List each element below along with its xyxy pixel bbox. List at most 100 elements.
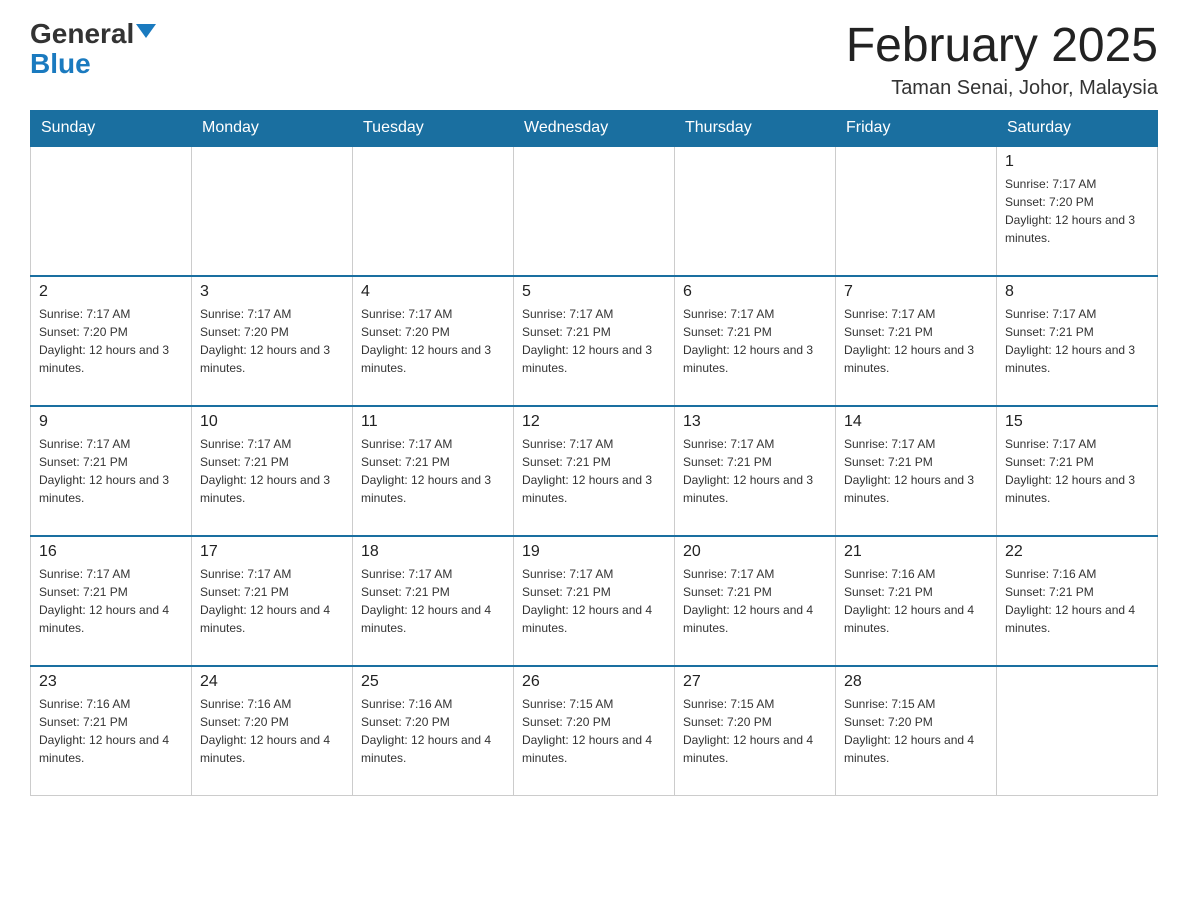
calendar-cell: [192, 146, 353, 276]
logo-triangle-icon: [136, 24, 156, 38]
calendar-cell: [31, 146, 192, 276]
day-info: Sunrise: 7:17 AM Sunset: 7:21 PM Dayligh…: [1005, 305, 1149, 377]
day-info: Sunrise: 7:17 AM Sunset: 7:21 PM Dayligh…: [522, 305, 666, 377]
day-number: 2: [39, 283, 183, 301]
day-info: Sunrise: 7:17 AM Sunset: 7:21 PM Dayligh…: [39, 435, 183, 507]
day-number: 15: [1005, 413, 1149, 431]
day-number: 4: [361, 283, 505, 301]
day-info: Sunrise: 7:17 AM Sunset: 7:21 PM Dayligh…: [683, 305, 827, 377]
logo: General Blue: [30, 20, 156, 78]
calendar-cell: 9 Sunrise: 7:17 AM Sunset: 7:21 PM Daylig…: [31, 406, 192, 536]
weekday-header-saturday: Saturday: [997, 110, 1158, 146]
day-number: 18: [361, 543, 505, 561]
day-number: 10: [200, 413, 344, 431]
day-info: Sunrise: 7:17 AM Sunset: 7:21 PM Dayligh…: [844, 305, 988, 377]
day-number: 13: [683, 413, 827, 431]
day-info: Sunrise: 7:15 AM Sunset: 7:20 PM Dayligh…: [683, 695, 827, 767]
calendar-cell: 22 Sunrise: 7:16 AM Sunset: 7:21 PM Dayli…: [997, 536, 1158, 666]
calendar-cell: [353, 146, 514, 276]
calendar-cell: 17Sunrise: 7:17 AM Sunset: 7:21 PM Dayli…: [192, 536, 353, 666]
calendar-week-row: 16Sunrise: 7:17 AM Sunset: 7:21 PM Dayli…: [31, 536, 1158, 666]
page-header: General Blue February 2025 Taman Senai, …: [30, 20, 1158, 100]
day-info: Sunrise: 7:15 AM Sunset: 7:20 PM Dayligh…: [844, 695, 988, 767]
calendar-cell: 20 Sunrise: 7:17 AM Sunset: 7:21 PM Dayli…: [675, 536, 836, 666]
month-title: February 2025: [846, 20, 1158, 73]
day-number: 5: [522, 283, 666, 301]
day-info: Sunrise: 7:17 AM Sunset: 7:21 PM Dayligh…: [844, 435, 988, 507]
day-number: 14: [844, 413, 988, 431]
calendar-cell: 15 Sunrise: 7:17 AM Sunset: 7:21 PM Dayli…: [997, 406, 1158, 536]
calendar-cell: 8 Sunrise: 7:17 AM Sunset: 7:21 PM Daylig…: [997, 276, 1158, 406]
calendar-cell: 12 Sunrise: 7:17 AM Sunset: 7:21 PM Dayli…: [514, 406, 675, 536]
weekday-header-tuesday: Tuesday: [353, 110, 514, 146]
day-info: Sunrise: 7:17 AM Sunset: 7:21 PM Dayligh…: [361, 435, 505, 507]
weekday-header-row: SundayMondayTuesdayWednesdayThursdayFrid…: [31, 110, 1158, 146]
calendar-cell: 16Sunrise: 7:17 AM Sunset: 7:21 PM Dayli…: [31, 536, 192, 666]
calendar-cell: 11 Sunrise: 7:17 AM Sunset: 7:21 PM Dayli…: [353, 406, 514, 536]
calendar-cell: 28 Sunrise: 7:15 AM Sunset: 7:20 PM Dayli…: [836, 666, 997, 796]
title-area: February 2025 Taman Senai, Johor, Malays…: [846, 20, 1158, 100]
calendar-cell: 3 Sunrise: 7:17 AM Sunset: 7:20 PM Daylig…: [192, 276, 353, 406]
day-number: 7: [844, 283, 988, 301]
day-number: 1: [1005, 153, 1149, 171]
calendar-cell: 21 Sunrise: 7:16 AM Sunset: 7:21 PM Dayli…: [836, 536, 997, 666]
day-info: Sunrise: 7:16 AM Sunset: 7:20 PM Dayligh…: [361, 695, 505, 767]
day-info: Sunrise: 7:16 AM Sunset: 7:21 PM Dayligh…: [844, 565, 988, 637]
day-info: Sunrise: 7:16 AM Sunset: 7:20 PM Dayligh…: [200, 695, 344, 767]
calendar-cell: 6 Sunrise: 7:17 AM Sunset: 7:21 PM Daylig…: [675, 276, 836, 406]
day-number: 3: [200, 283, 344, 301]
calendar-cell: 23Sunrise: 7:16 AM Sunset: 7:21 PM Dayli…: [31, 666, 192, 796]
day-info: Sunrise: 7:17 AM Sunset: 7:21 PM Dayligh…: [1005, 435, 1149, 507]
day-info: Sunrise: 7:16 AM Sunset: 7:21 PM Dayligh…: [1005, 565, 1149, 637]
day-number: 21: [844, 543, 988, 561]
day-info: Sunrise: 7:17 AM Sunset: 7:20 PM Dayligh…: [39, 305, 183, 377]
day-info: Sunrise: 7:17 AM Sunset: 7:20 PM Dayligh…: [200, 305, 344, 377]
weekday-header-thursday: Thursday: [675, 110, 836, 146]
day-number: 11: [361, 413, 505, 431]
day-number: 25: [361, 673, 505, 691]
calendar-cell: 24Sunrise: 7:16 AM Sunset: 7:20 PM Dayli…: [192, 666, 353, 796]
calendar-cell: 19Sunrise: 7:17 AM Sunset: 7:21 PM Dayli…: [514, 536, 675, 666]
calendar-cell: [836, 146, 997, 276]
calendar-cell: 18 Sunrise: 7:17 AM Sunset: 7:21 PM Dayli…: [353, 536, 514, 666]
calendar-week-row: 23Sunrise: 7:16 AM Sunset: 7:21 PM Dayli…: [31, 666, 1158, 796]
weekday-header-sunday: Sunday: [31, 110, 192, 146]
day-number: 6: [683, 283, 827, 301]
calendar-cell: [675, 146, 836, 276]
day-number: 8: [1005, 283, 1149, 301]
day-info: Sunrise: 7:17 AM Sunset: 7:21 PM Dayligh…: [39, 565, 183, 637]
day-info: Sunrise: 7:17 AM Sunset: 7:21 PM Dayligh…: [200, 565, 344, 637]
calendar-cell: 14 Sunrise: 7:17 AM Sunset: 7:21 PM Dayli…: [836, 406, 997, 536]
calendar-cell: 25 Sunrise: 7:16 AM Sunset: 7:20 PM Dayli…: [353, 666, 514, 796]
day-number: 23: [39, 673, 183, 691]
calendar-cell: 1 Sunrise: 7:17 AM Sunset: 7:20 PM Daylig…: [997, 146, 1158, 276]
calendar-cell: [997, 666, 1158, 796]
calendar-cell: 2 Sunrise: 7:17 AM Sunset: 7:20 PM Daylig…: [31, 276, 192, 406]
day-info: Sunrise: 7:15 AM Sunset: 7:20 PM Dayligh…: [522, 695, 666, 767]
calendar-cell: 5 Sunrise: 7:17 AM Sunset: 7:21 PM Daylig…: [514, 276, 675, 406]
day-info: Sunrise: 7:17 AM Sunset: 7:21 PM Dayligh…: [361, 565, 505, 637]
day-info: Sunrise: 7:17 AM Sunset: 7:20 PM Dayligh…: [1005, 175, 1149, 247]
weekday-header-friday: Friday: [836, 110, 997, 146]
day-number: 9: [39, 413, 183, 431]
day-info: Sunrise: 7:17 AM Sunset: 7:21 PM Dayligh…: [683, 565, 827, 637]
calendar-week-row: 2 Sunrise: 7:17 AM Sunset: 7:20 PM Daylig…: [31, 276, 1158, 406]
day-number: 19: [522, 543, 666, 561]
logo-blue: Blue: [30, 50, 91, 78]
calendar-cell: 27 Sunrise: 7:15 AM Sunset: 7:20 PM Dayli…: [675, 666, 836, 796]
calendar-week-row: 1 Sunrise: 7:17 AM Sunset: 7:20 PM Daylig…: [31, 146, 1158, 276]
day-info: Sunrise: 7:17 AM Sunset: 7:21 PM Dayligh…: [683, 435, 827, 507]
calendar-cell: 4Sunrise: 7:17 AM Sunset: 7:20 PM Daylig…: [353, 276, 514, 406]
day-number: 27: [683, 673, 827, 691]
day-info: Sunrise: 7:17 AM Sunset: 7:21 PM Dayligh…: [522, 435, 666, 507]
day-number: 22: [1005, 543, 1149, 561]
calendar-cell: 26 Sunrise: 7:15 AM Sunset: 7:20 PM Dayli…: [514, 666, 675, 796]
day-number: 26: [522, 673, 666, 691]
calendar-cell: [514, 146, 675, 276]
day-number: 20: [683, 543, 827, 561]
day-number: 12: [522, 413, 666, 431]
day-info: Sunrise: 7:17 AM Sunset: 7:21 PM Dayligh…: [200, 435, 344, 507]
calendar-cell: 7 Sunrise: 7:17 AM Sunset: 7:21 PM Daylig…: [836, 276, 997, 406]
weekday-header-wednesday: Wednesday: [514, 110, 675, 146]
day-number: 28: [844, 673, 988, 691]
